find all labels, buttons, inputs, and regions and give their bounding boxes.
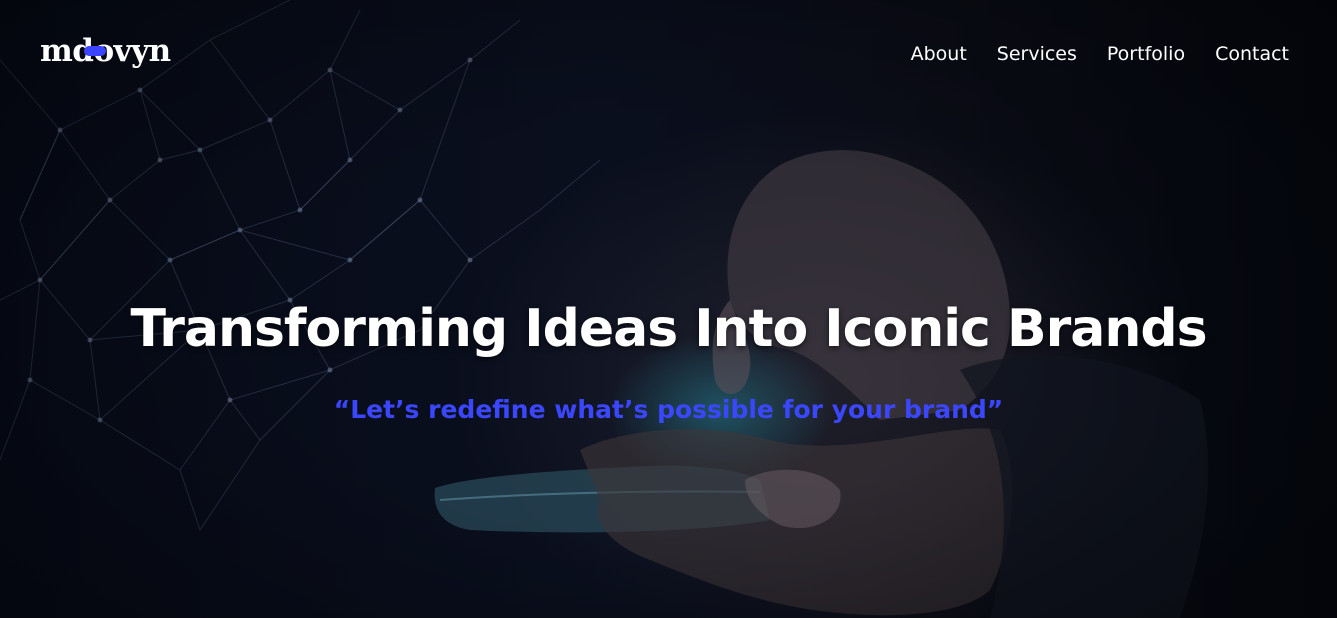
main-nav: About Services Portfolio Contact xyxy=(911,42,1289,66)
brand-logo[interactable]: mdovyn xyxy=(40,33,171,69)
nav-link-about[interactable]: About xyxy=(911,42,967,66)
hero-section: mdovyn About Services Portfolio Contact … xyxy=(0,0,1337,618)
nav-link-contact[interactable]: Contact xyxy=(1215,42,1289,66)
logo-dot-mark xyxy=(84,46,106,56)
hero-headline: Transforming Ideas Into Iconic Brands xyxy=(130,299,1207,359)
nav-link-services[interactable]: Services xyxy=(997,42,1077,66)
nav-link-portfolio[interactable]: Portfolio xyxy=(1107,42,1185,66)
logo-wordmark: mdovyn xyxy=(40,33,171,69)
hero-tagline: “Let’s redefine what’s possible for your… xyxy=(333,395,1004,424)
